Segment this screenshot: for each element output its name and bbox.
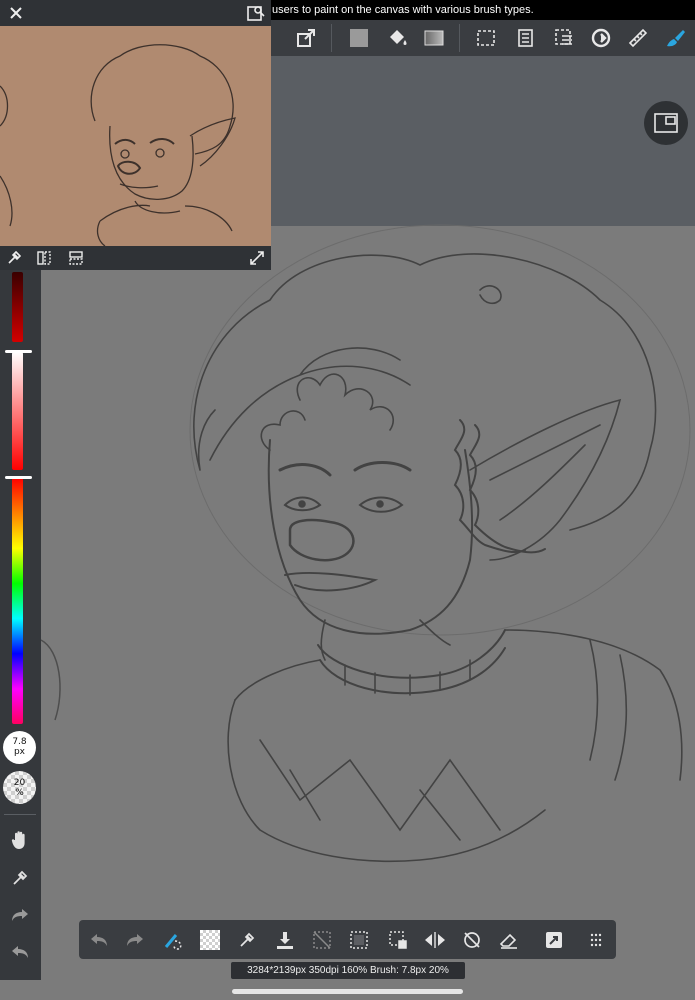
gradient-icon[interactable] [417, 20, 451, 56]
brush-icon[interactable] [658, 20, 692, 56]
toolbar-separator [459, 24, 460, 52]
canvas-status: 3284*2139px 350dpi 160% Brush: 7.8px 20% [231, 962, 465, 979]
transparent-icon[interactable] [195, 925, 225, 955]
value-slider[interactable] [12, 272, 23, 342]
undo-icon[interactable] [84, 925, 114, 955]
saturation-slider[interactable] [12, 352, 23, 470]
share-icon[interactable] [539, 925, 569, 955]
brush-size-button[interactable]: 7.8 px [3, 731, 36, 764]
toolbar-separator [331, 24, 332, 52]
side-redo-icon[interactable] [4, 900, 36, 930]
sidebar-separator [4, 814, 36, 815]
flip-vertical-icon[interactable] [66, 249, 86, 267]
lasso-fill-icon[interactable] [158, 925, 188, 955]
bucket-icon[interactable] [380, 20, 414, 56]
redo-icon[interactable] [120, 925, 150, 955]
ruler-icon[interactable] [621, 20, 655, 56]
fill-color-icon[interactable] [342, 20, 376, 56]
navigator-thumbnail [0, 44, 236, 246]
home-indicator[interactable] [232, 989, 463, 994]
flip-icon[interactable] [420, 925, 450, 955]
eyedropper-icon[interactable] [4, 249, 24, 267]
hand-icon[interactable] [4, 825, 36, 855]
side-eyedropper-icon[interactable] [4, 863, 36, 893]
brush-size-value: 7.8 [12, 737, 27, 747]
rotate-icon[interactable] [584, 20, 618, 56]
app-root: users to paint on the canvas with variou… [0, 0, 695, 1000]
saturation-slider-handle[interactable] [5, 350, 32, 353]
select-transform-icon[interactable] [383, 925, 413, 955]
brush-size-unit: px [13, 747, 26, 757]
brush-opacity-unit: % [15, 788, 24, 798]
eraser-icon[interactable] [494, 925, 524, 955]
flip-horizontal-icon[interactable] [34, 249, 54, 267]
menu-icon[interactable] [581, 925, 611, 955]
layer-icon[interactable] [509, 20, 543, 56]
hue-slider[interactable] [12, 478, 23, 724]
transform-icon[interactable] [289, 20, 323, 56]
navigator-header [0, 0, 271, 26]
navigator-preview[interactable] [0, 26, 271, 246]
side-undo-icon[interactable] [4, 937, 36, 967]
image-search-icon[interactable] [245, 3, 267, 23]
eyedropper-icon[interactable] [232, 925, 262, 955]
brush-opacity-button[interactable]: 20 % [3, 771, 36, 804]
selection-icon[interactable] [469, 20, 503, 56]
select-layer-icon[interactable] [547, 20, 581, 56]
rotate-reset-icon[interactable] [457, 925, 487, 955]
close-icon[interactable] [6, 3, 26, 23]
deselect-icon[interactable] [307, 925, 337, 955]
select-all-icon[interactable] [344, 925, 374, 955]
save-icon[interactable] [270, 925, 300, 955]
floating-window-button[interactable] [644, 101, 688, 145]
expand-icon[interactable] [247, 249, 267, 267]
hue-slider-handle[interactable] [5, 476, 32, 479]
brush-opacity-value: 20 [13, 778, 26, 788]
